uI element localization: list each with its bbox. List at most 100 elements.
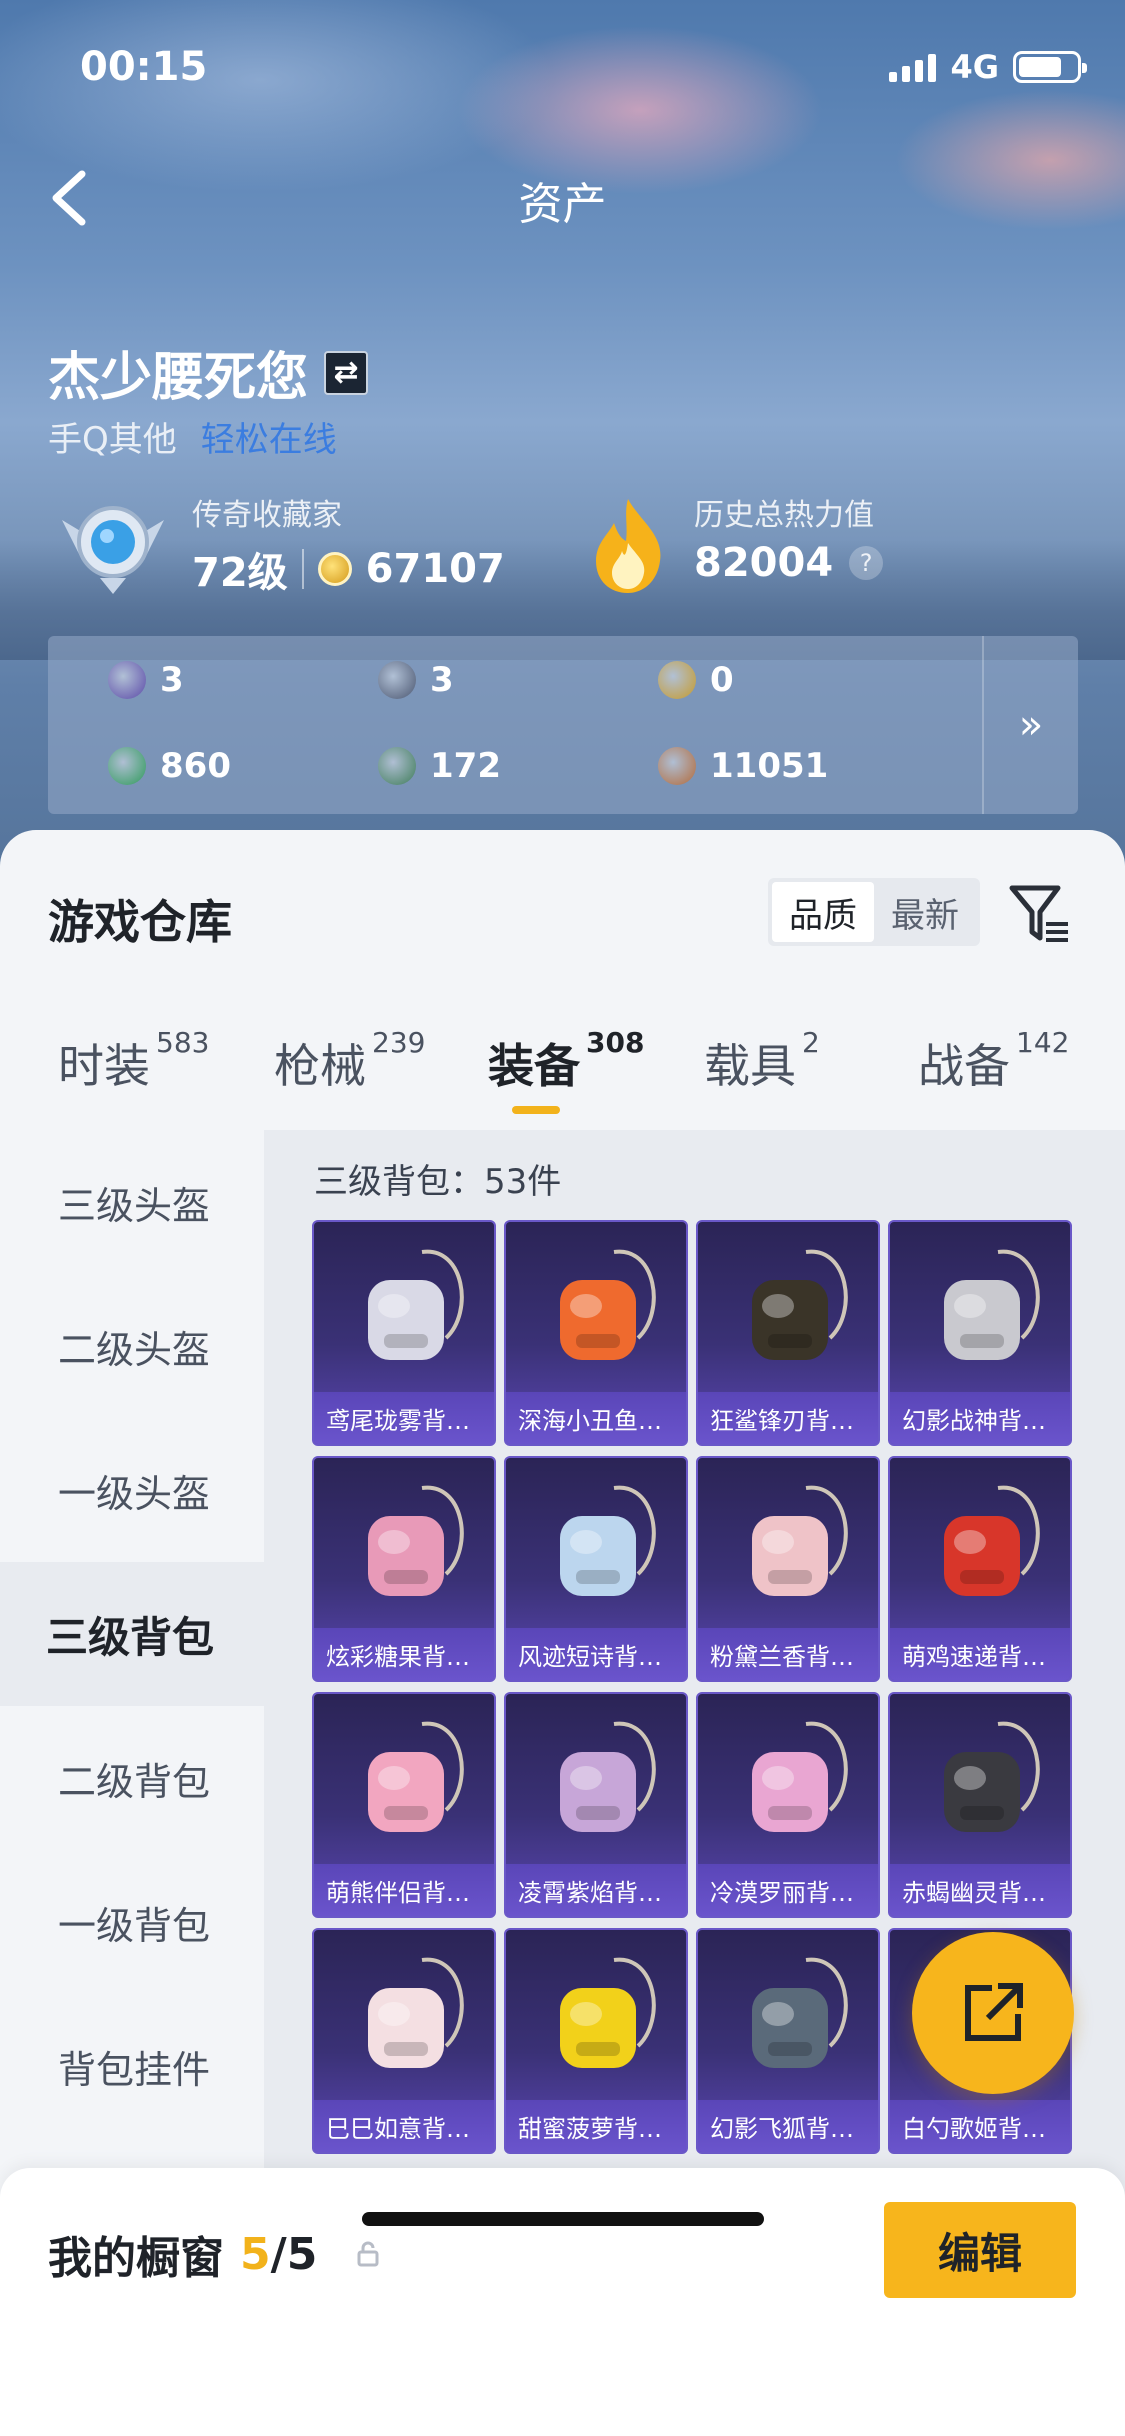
page-title: 资产 (518, 179, 607, 230)
currency-grid: 3 3 0 860 172 11051 (48, 636, 978, 814)
tab-vehicles[interactable]: 载具 2 (704, 1026, 820, 1096)
battery-level (1019, 57, 1061, 77)
tab-indicator (512, 1106, 560, 1114)
item-name: 赤蝎幽灵背… (890, 1864, 1070, 1916)
item-name: 鸢尾珑雾背… (314, 1392, 494, 1444)
backpack-icon (560, 1485, 656, 1596)
swap-account-icon[interactable]: ⇄ (324, 350, 369, 395)
backpack-item[interactable]: 幻影飞狐背… (696, 1928, 880, 2154)
backpack-item[interactable]: 风迹短诗背… (504, 1456, 688, 1682)
showcase-title: 我的橱窗 (48, 2233, 224, 2284)
currency-value: 3 (430, 660, 454, 700)
collection-score: 67107 (365, 546, 505, 592)
item-name: 幻影战神背… (890, 1392, 1070, 1444)
currency-item: 860 (108, 746, 231, 786)
backpack-icon (368, 1721, 464, 1832)
showcase-total: /5 (270, 2228, 318, 2280)
backpack-item[interactable]: 幻影战神背… (888, 1220, 1072, 1446)
currency-item: 172 (378, 746, 501, 786)
rank-medal-icon (62, 506, 164, 594)
backpack-item[interactable]: 凌霄紫焰背… (504, 1692, 688, 1918)
backpack-icon (368, 1249, 464, 1360)
sidebar-item-lv1-backpack[interactable]: 一级背包 (0, 1850, 264, 1994)
profile-nickname: 杰少腰死您 ⇄ (48, 335, 369, 410)
edit-button[interactable]: 编辑 (884, 2202, 1076, 2298)
sort-newest-button[interactable]: 最新 (874, 882, 976, 942)
item-name: 凌霄紫焰背… (506, 1864, 686, 1916)
heat-value: 82004 (694, 540, 834, 586)
online-status: 轻松在线 (200, 420, 337, 460)
tab-label: 战备 (918, 1039, 1010, 1093)
green-coin-icon (378, 747, 416, 785)
bronze-coin-icon (658, 747, 696, 785)
share-icon (965, 1983, 1023, 2041)
showcase-bar: 我的橱窗 5 /5 编辑 (0, 2168, 1125, 2436)
flame-icon (596, 499, 661, 593)
backpack-item[interactable]: 粉黛兰香背… (696, 1456, 880, 1682)
tab-count: 583 (156, 1026, 210, 1059)
collection-coin-icon (317, 552, 352, 586)
rank-title: 传奇收藏家 (192, 498, 342, 533)
category-count: 三级背包：53件 (314, 1162, 562, 1202)
item-name: 幻影飞狐背… (698, 2100, 878, 2152)
sidebar-item-backpack-charm[interactable]: 背包挂件 (0, 1994, 264, 2138)
heat-values: 82004 ? (694, 540, 884, 586)
item-name: 白勺歌姬背… (890, 2100, 1070, 2152)
backpack-item[interactable]: 深海小丑鱼… (504, 1220, 688, 1446)
currency-value: 860 (160, 746, 231, 786)
backpack-item[interactable]: 狂鲨锋刃背… (696, 1220, 880, 1446)
currency-item: 0 (658, 660, 734, 700)
backpack-item[interactable]: 鸢尾珑雾背… (312, 1220, 496, 1446)
signal-icon (889, 52, 937, 82)
backpack-item[interactable]: 冷漠罗丽背… (696, 1692, 880, 1918)
currency-item: 3 (378, 660, 454, 700)
rank-values: 72级 67107 (192, 540, 505, 598)
backpack-item[interactable]: 甜蜜菠萝背… (504, 1928, 688, 2154)
currency-value: 0 (710, 660, 734, 700)
green-card-icon (108, 747, 146, 785)
sidebar-item-lv3-helmet[interactable]: 三级头盔 (0, 1130, 264, 1274)
currency-value: 172 (430, 746, 501, 786)
currency-value: 11051 (710, 746, 829, 786)
backpack-item[interactable]: 炫彩糖果背… (312, 1456, 496, 1682)
tab-fashion[interactable]: 时装 583 (58, 1026, 209, 1096)
tab-label: 时装 (58, 1039, 150, 1093)
sidebar-item-lv2-helmet[interactable]: 二级头盔 (0, 1274, 264, 1418)
sort-toggle: 品质 最新 (768, 878, 980, 946)
tab-supplies[interactable]: 战备 142 (918, 1026, 1069, 1096)
share-button[interactable] (912, 1932, 1074, 2094)
tab-count: 2 (802, 1026, 820, 1059)
item-name: 粉黛兰香背… (698, 1628, 878, 1680)
item-name: 冷漠罗丽背… (698, 1864, 878, 1916)
tab-count: 308 (586, 1026, 645, 1059)
gold-token-icon (658, 661, 696, 699)
backpack-item[interactable]: 赤蝎幽灵背… (888, 1692, 1072, 1918)
sidebar-item-lv1-helmet[interactable]: 一级头盔 (0, 1418, 264, 1562)
platform-label: 手Q其他 (48, 420, 177, 460)
backpack-icon (752, 1249, 848, 1360)
heat-label: 历史总热力值 (694, 498, 874, 533)
tab-weapons[interactable]: 枪械 239 (274, 1026, 425, 1096)
help-icon[interactable]: ? (849, 546, 884, 580)
sidebar-item-lv3-backpack[interactable]: 三级背包 (0, 1562, 264, 1706)
sort-quality-button[interactable]: 品质 (772, 882, 874, 942)
currency-more-button[interactable]: » (982, 636, 1078, 814)
backpack-item[interactable]: 巳巳如意背… (312, 1928, 496, 2154)
tab-equipment[interactable]: 装备 308 (488, 1026, 644, 1096)
showcase-current: 5 (240, 2228, 271, 2280)
backpack-item[interactable]: 萌熊伴侣背… (312, 1692, 496, 1918)
item-name: 炫彩糖果背… (314, 1628, 494, 1680)
item-name: 萌熊伴侣背… (314, 1864, 494, 1916)
backpack-item[interactable]: 萌鸡速递背… (888, 1456, 1072, 1682)
filter-icon[interactable] (1006, 880, 1072, 946)
currency-item: 3 (108, 660, 184, 700)
backpack-icon (752, 1721, 848, 1832)
backpack-icon (560, 1721, 656, 1832)
network-type: 4G (950, 48, 999, 86)
warehouse-title: 游戏仓库 (48, 895, 232, 949)
backpack-icon (752, 1485, 848, 1596)
item-name: 甜蜜菠萝背… (506, 2100, 686, 2152)
sidebar-item-lv2-backpack[interactable]: 二级背包 (0, 1706, 264, 1850)
nickname-text: 杰少腰死您 (48, 348, 309, 408)
showcase-label: 我的橱窗 5 /5 (48, 2222, 379, 2286)
